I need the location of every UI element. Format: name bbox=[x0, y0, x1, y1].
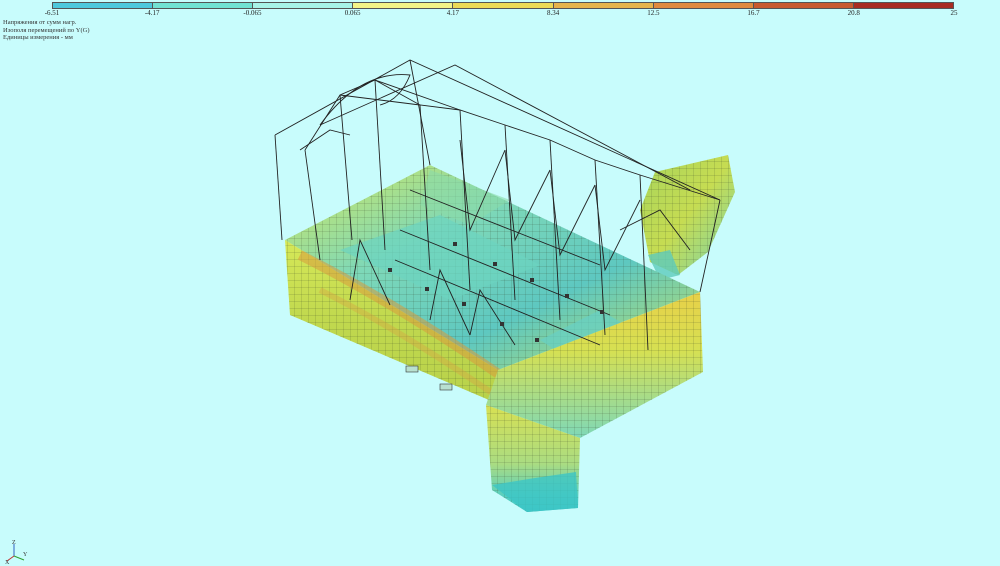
scale-segment bbox=[153, 3, 254, 8]
scale-segment bbox=[853, 3, 953, 8]
scale-tick-label: 20.8 bbox=[847, 9, 860, 17]
scale-tick-label: -0.065 bbox=[243, 9, 262, 17]
scale-tick-label: 4.17 bbox=[446, 9, 459, 17]
scale-tick-label: 8.34 bbox=[546, 9, 560, 17]
scale-tick-label: 0.065 bbox=[344, 9, 361, 17]
scale-segment bbox=[453, 3, 554, 8]
scale-tick-label: 12.5 bbox=[647, 9, 660, 17]
scale-tick-label: 25 bbox=[950, 9, 958, 17]
scale-tick-label: -6.51 bbox=[44, 9, 60, 17]
axis-triad-icon: Z X Y bbox=[5, 540, 28, 564]
model-viewport[interactable] bbox=[0, 0, 1000, 566]
color-scale-bar bbox=[52, 2, 954, 9]
color-scale-ticks: -6.51 -4.17 -0.065 0.065 4.17 8.34 12.5 16.7 20.… bbox=[45, 9, 958, 19]
scale-tick-label: -4.17 bbox=[144, 9, 160, 17]
info-line-isofield: Изополя перемещений по Y(G) bbox=[3, 26, 90, 34]
info-line-units: Единицы измерения - мм bbox=[3, 34, 73, 41]
axis-label-x: X bbox=[5, 560, 10, 564]
scale-tick-label: 16.7 bbox=[747, 9, 760, 17]
axis-label-y: Y bbox=[23, 552, 28, 558]
scale-segment bbox=[753, 3, 854, 8]
axis-label-z: Z bbox=[12, 540, 16, 546]
info-panel: Напряжения от сумм нагр. Изополя перемещ… bbox=[3, 19, 90, 42]
scale-segment bbox=[553, 3, 654, 8]
scale-segment bbox=[653, 3, 754, 8]
wing-ramp bbox=[640, 155, 735, 280]
scale-segment bbox=[353, 3, 454, 8]
scale-segment bbox=[53, 3, 154, 8]
scale-segment bbox=[253, 3, 354, 8]
info-line-stress: Напряжения от сумм нагр. bbox=[3, 19, 77, 26]
